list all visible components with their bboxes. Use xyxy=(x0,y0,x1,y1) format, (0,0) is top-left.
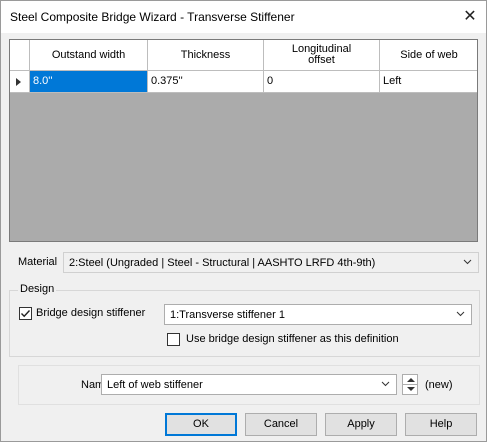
window-title: Steel Composite Bridge Wizard - Transver… xyxy=(10,10,295,24)
cell-longitudinal-offset[interactable]: 0 xyxy=(264,71,380,93)
column-header-side-of-web[interactable]: Side of web xyxy=(380,40,477,71)
ok-button[interactable]: OK xyxy=(165,413,237,436)
bridge-design-stiffener-value: 1:Transverse stiffener 1 xyxy=(170,309,285,321)
bridge-design-stiffener-checkbox[interactable] xyxy=(19,307,32,320)
cell-outstand-width[interactable]: 8.0'' xyxy=(30,71,148,93)
material-value: 2:Steel (Ungraded | Steel - Structural |… xyxy=(69,257,376,269)
column-header-longitudinal-offset[interactable]: Longitudinal offset xyxy=(264,40,380,71)
material-label: Material xyxy=(18,256,58,268)
stiffener-grid: Outstand width Thickness Longitudinal of… xyxy=(9,39,478,242)
checkmark-icon xyxy=(21,310,31,318)
spin-up-icon[interactable] xyxy=(407,378,415,382)
chevron-down-icon xyxy=(381,381,390,387)
use-as-definition-checkbox[interactable] xyxy=(167,333,180,346)
cancel-button[interactable]: Cancel xyxy=(245,413,317,436)
column-header-outstand-width[interactable]: Outstand width xyxy=(30,40,148,71)
dialog-window: Steel Composite Bridge Wizard - Transver… xyxy=(0,0,487,442)
cell-thickness[interactable]: 0.375'' xyxy=(148,71,264,93)
design-caption: Design xyxy=(18,283,57,295)
chevron-down-icon xyxy=(463,259,472,265)
spin-down-icon[interactable] xyxy=(407,387,415,391)
row-pointer-icon xyxy=(16,78,21,86)
use-as-definition-label[interactable]: Use bridge design stiffener as this defi… xyxy=(186,333,399,345)
row-header[interactable] xyxy=(10,71,30,93)
bridge-design-stiffener-dropdown[interactable]: 1:Transverse stiffener 1 xyxy=(164,304,472,325)
title-bar: Steel Composite Bridge Wizard - Transver… xyxy=(1,1,486,33)
apply-button[interactable]: Apply xyxy=(325,413,397,436)
help-button[interactable]: Help xyxy=(405,413,477,436)
bridge-design-stiffener-label[interactable]: Bridge design stiffener xyxy=(36,307,145,319)
name-value: Left of web stiffener xyxy=(107,379,203,391)
grid-corner xyxy=(10,40,30,71)
close-icon[interactable]: ✕ xyxy=(454,1,486,33)
spinner-divider xyxy=(403,384,417,385)
name-spinner[interactable] xyxy=(402,374,418,395)
column-header-thickness[interactable]: Thickness xyxy=(148,40,264,71)
chevron-down-icon xyxy=(456,311,465,317)
name-combobox[interactable]: Left of web stiffener xyxy=(101,374,397,395)
material-dropdown[interactable]: 2:Steel (Ungraded | Steel - Structural |… xyxy=(63,252,479,273)
name-new-indicator: (new) xyxy=(425,379,453,391)
cell-side-of-web[interactable]: Left xyxy=(380,71,477,93)
